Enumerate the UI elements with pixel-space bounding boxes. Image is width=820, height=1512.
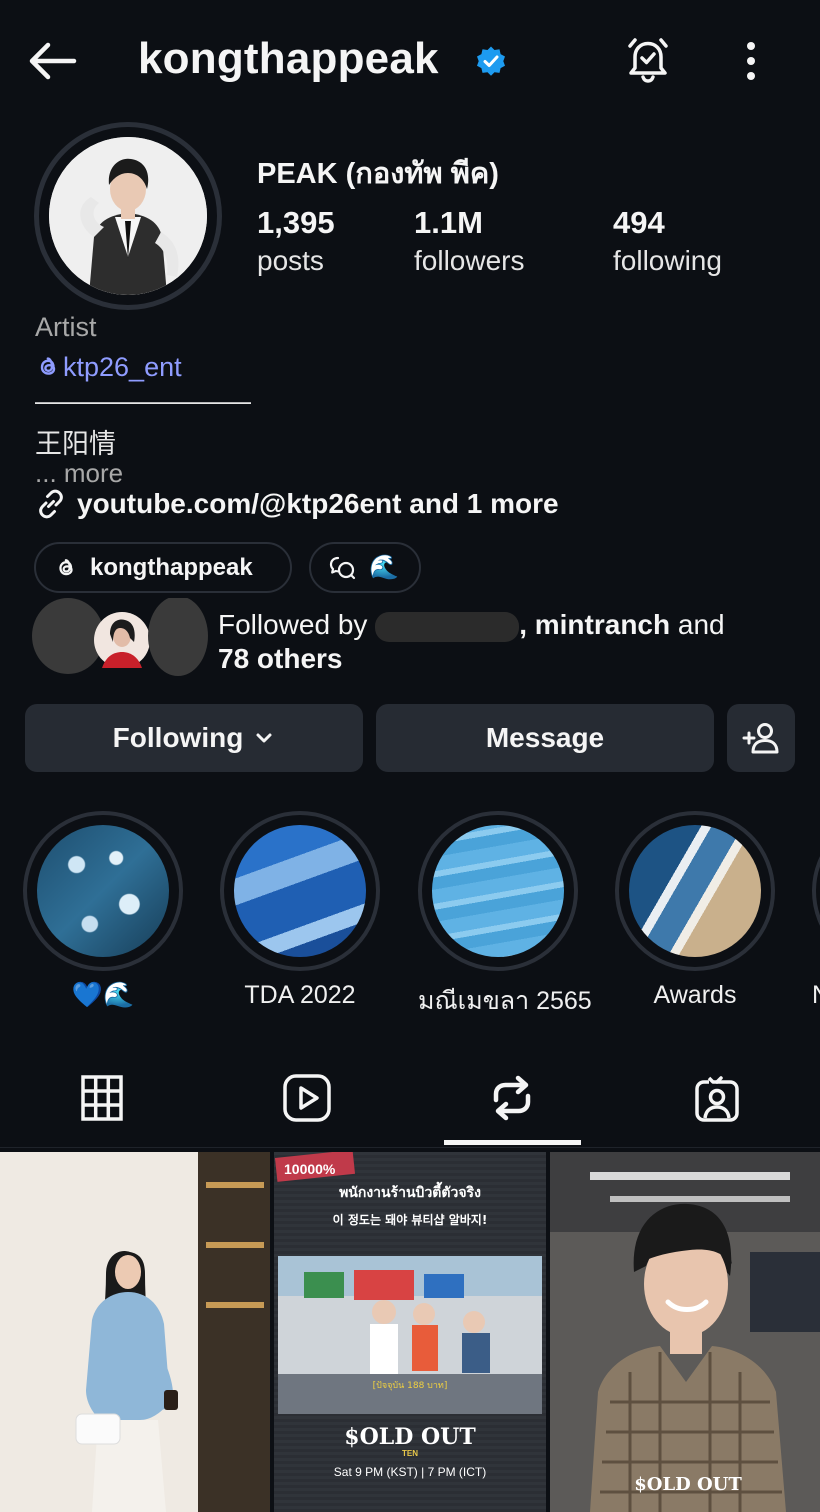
tab-reels[interactable] (279, 1070, 335, 1126)
stat-followers-label: followers (414, 245, 525, 276)
highlight-item[interactable]: มณีเมขลา 2565 (418, 811, 592, 1021)
followed-by-names: , mintranch (519, 609, 671, 640)
post-headline-ko: 이 정도는 돼야 뷰티샵 알바지! (333, 1212, 488, 1227)
followed-by-and: and (670, 609, 725, 640)
mutual-followers-text[interactable]: Followed by , mintranch and 78 others (218, 608, 798, 676)
bell-check-icon (628, 38, 668, 83)
reels-icon (283, 1074, 331, 1122)
highlight-ring (23, 811, 183, 971)
grid-icon (81, 1075, 123, 1121)
highlight-ring (220, 811, 380, 971)
post-thumbnail[interactable]: $OLD OUT (550, 1152, 820, 1512)
highlight-label: Awards (653, 981, 737, 1009)
highlight-label: มณีเมขลา 2565 (418, 987, 592, 1015)
tab-tagged[interactable] (689, 1070, 745, 1126)
highlight-ring (812, 811, 820, 971)
threads-chip-label: kongthappeak (90, 553, 253, 581)
post-thumbnail[interactable]: 10000% พนักงานร้านบิวตี้ตัวจริง 이 정도는 돼야… (274, 1152, 546, 1512)
threads-icon (59, 558, 73, 575)
post-thumbnail[interactable] (0, 1152, 270, 1512)
followed-by-others: 78 others (218, 643, 343, 674)
active-tab-indicator (444, 1140, 581, 1145)
highlight-item[interactable]: 💙🌊 (23, 811, 183, 1010)
stat-posts[interactable]: 1,395 posts (257, 205, 335, 277)
mutual-followers-avatars[interactable] (30, 596, 210, 678)
stat-followers-value: 1.1M (414, 205, 483, 240)
profile-bio: Artist ktp26_ent ———————— 王阳情 ... more (35, 312, 795, 494)
person-add-icon (742, 723, 779, 754)
highlight-ring (418, 811, 578, 971)
bio-text: 王阳情 (35, 429, 116, 459)
reposts-icon (493, 1075, 531, 1121)
stat-following-value: 494 (613, 205, 665, 240)
highlight-ring (615, 811, 775, 971)
channel-chip-emoji: 🌊 (369, 554, 399, 581)
post-image-sold-out-promo: 10000% พนักงานร้านบิวตี้ตัวจริง 이 정도는 돼야… (274, 1152, 546, 1512)
highlight-cover (629, 825, 761, 957)
followed-by-prefix: Followed by (218, 609, 376, 640)
bio-handle-text: ktp26_ent (63, 351, 182, 382)
highlight-item[interactable]: TDA 2022 (220, 811, 380, 1010)
link-icon (39, 489, 63, 519)
bio-link-text: youtube.com/@ktp26ent and 1 more (77, 488, 559, 519)
post-image-man-smiling: $OLD OUT (550, 1152, 820, 1512)
back-button[interactable] (24, 38, 80, 84)
more-options-button[interactable] (735, 38, 767, 86)
notifications-button[interactable] (622, 34, 674, 86)
post-schedule-text: Sat 9 PM (KST) | 7 PM (ICT) (334, 1465, 486, 1479)
chevron-down-icon (256, 733, 272, 743)
post-price-text: [ปัจจุบัน 188 บาท] (373, 1381, 448, 1391)
highlight-cover (432, 825, 564, 957)
profile-username: kongthappeak (138, 34, 439, 83)
post-brand-text: $OLD OUT (634, 1474, 742, 1495)
suggest-people-button[interactable] (727, 704, 795, 772)
bio-category: Artist (35, 312, 97, 342)
following-button[interactable]: Following (25, 704, 363, 772)
message-button[interactable]: Message (376, 704, 714, 772)
tabs-divider (0, 1147, 820, 1148)
stat-following[interactable]: 494 following (613, 205, 722, 277)
highlight-label: N (812, 981, 820, 1010)
highlight-label: TDA 2022 (244, 981, 356, 1009)
message-button-label: Message (485, 722, 605, 753)
highlight-label: 💙🌊 (71, 981, 135, 1009)
channel-chip[interactable]: 🌊 (309, 542, 421, 593)
profile-avatar (49, 137, 207, 295)
post-tag-text: 10000% (284, 1161, 336, 1177)
stat-following-label: following (613, 245, 722, 276)
tab-posts-grid[interactable] (74, 1070, 130, 1126)
arrow-left-icon (29, 42, 77, 80)
highlight-cover (37, 825, 169, 957)
threads-icon (40, 357, 56, 375)
profile-avatar-ring[interactable] (34, 122, 222, 310)
stat-posts-label: posts (257, 245, 324, 276)
threads-chip[interactable]: kongthappeak (34, 542, 292, 593)
chat-bubbles-icon (329, 556, 356, 579)
tagged-icon (695, 1076, 739, 1122)
post-brand-sub: TEN (402, 1449, 418, 1458)
profile-display-name: PEAK (กองทัพ พีค) (257, 158, 499, 190)
stat-posts-value: 1,395 (257, 205, 335, 240)
post-brand-text: $OLD OUT (344, 1424, 476, 1450)
bio-threads-handle-link[interactable]: ktp26_ent (35, 348, 795, 386)
following-button-label: Following (112, 722, 244, 753)
more-vertical-icon (747, 42, 755, 80)
highlight-item[interactable]: Awards (615, 811, 775, 1010)
highlight-cover (234, 825, 366, 957)
bio-external-link[interactable]: youtube.com/@ktp26ent and 1 more (35, 488, 559, 520)
tab-reposts[interactable] (484, 1070, 540, 1126)
top-bar: kongthappeak (0, 0, 820, 120)
verified-badge-icon (474, 44, 508, 78)
stat-followers[interactable]: 1.1M followers (414, 205, 524, 277)
bio-divider-line: ———————— (35, 386, 251, 416)
profile-tabs (0, 1052, 820, 1148)
redacted-name (375, 611, 520, 642)
post-image-woman (0, 1152, 270, 1512)
highlight-item[interactable]: N (812, 811, 820, 1010)
